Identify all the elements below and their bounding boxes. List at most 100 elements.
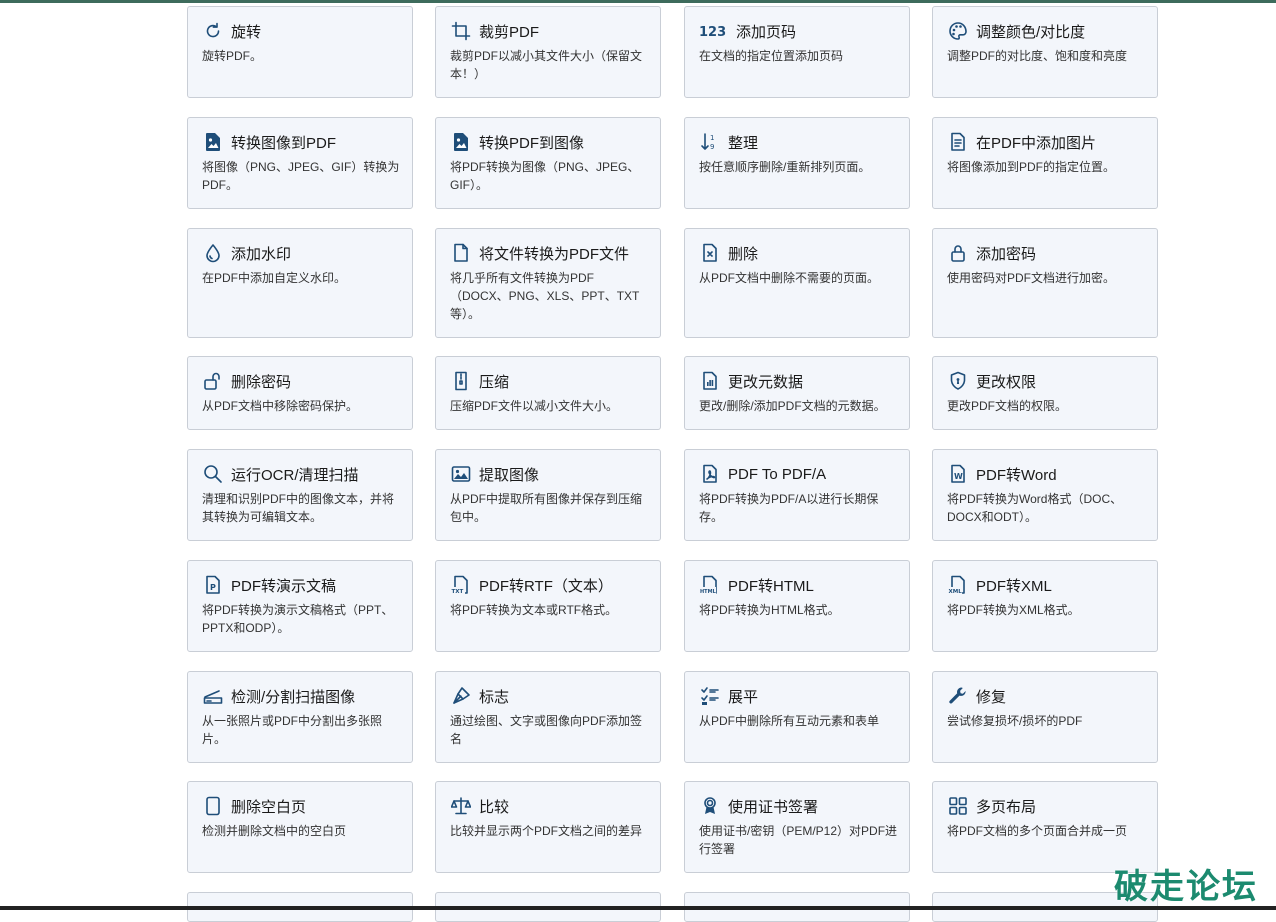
tool-title: 提取图像 bbox=[479, 466, 540, 484]
tool-description: 调整PDF的对比度、饱和度和亮度 bbox=[947, 49, 1128, 63]
blank-page-icon bbox=[202, 795, 224, 817]
tool-card[interactable]: HTML PDF转HTML 将PDF转换为HTML格式。 bbox=[684, 560, 910, 652]
tool-card[interactable]: 删除密码从PDF文档中移除密码保护。 bbox=[187, 356, 413, 430]
tool-title: 压缩 bbox=[479, 373, 510, 391]
tool-title: 添加水印 bbox=[231, 245, 292, 263]
tool-title: 转换图像到PDF bbox=[231, 134, 337, 152]
tool-card[interactable]: 使用证书签署 使用证书/密钥（PEM/P12）对PDF进行签署 bbox=[684, 781, 910, 873]
ui-checks-icon bbox=[699, 685, 721, 707]
tool-description: 从PDF文档中移除密码保护。 bbox=[202, 399, 359, 413]
grid-icon bbox=[947, 795, 969, 817]
txt-file-icon: TXT bbox=[450, 574, 472, 596]
tool-description: 裁剪PDF以减小其文件大小（保留文本！） bbox=[450, 49, 643, 81]
tool-card[interactable]: 添加密码 使用密码对PDF文档进行加密。 bbox=[932, 228, 1158, 338]
shield-icon bbox=[947, 370, 969, 392]
tool-card[interactable]: PDF To PDF/A 将PDF转换为PDF/A以进行长期保存。 bbox=[684, 449, 910, 541]
tool-card[interactable]: 1 9 整理 按任意顺序删除/重新排列页面。 bbox=[684, 117, 910, 209]
tool-description: 将PDF转换为图像（PNG、JPEG、GIF）。 bbox=[450, 160, 640, 192]
tool-card[interactable]: 压缩压缩PDF文件以减小文件大小。 bbox=[435, 356, 661, 430]
tool-card[interactable]: TXT PDF转RTF（文本） 将PDF转换为文本或RTF格式。 bbox=[435, 560, 661, 652]
tool-title: PDF转XML bbox=[976, 577, 1052, 595]
tool-card[interactable]: 更改权限更改PDF文档的权限。 bbox=[932, 356, 1158, 430]
tool-card-header: W PDF转Word bbox=[947, 462, 1057, 486]
lock-icon bbox=[947, 242, 969, 264]
search-icon bbox=[202, 463, 224, 485]
tool-title: 运行OCR/清理扫描 bbox=[231, 466, 359, 484]
tool-card[interactable]: 删除从PDF文档中删除不需要的页面。 bbox=[684, 228, 910, 338]
tool-description: 从PDF文档中删除不需要的页面。 bbox=[699, 271, 880, 285]
tool-card-header: 检测/分割扫描图像 bbox=[202, 684, 355, 708]
unlock-icon bbox=[202, 370, 224, 392]
xml-file-icon: XML bbox=[947, 574, 969, 596]
tool-card[interactable]: 修复 尝试修复损坏/损坏的PDF bbox=[932, 671, 1158, 763]
tool-card[interactable]: 删除空白页 检测并删除文档中的空白页 bbox=[187, 781, 413, 873]
tool-description: 更改PDF文档的权限。 bbox=[947, 399, 1068, 413]
tool-card-header: 标志 bbox=[450, 684, 509, 708]
tool-card[interactable]: P PDF转演示文稿将PDF转换为演示文稿格式（PPT、PPTX和ODP）。 bbox=[187, 560, 413, 652]
tool-description: 将PDF转换为演示文稿格式（PPT、PPTX和ODP）。 bbox=[202, 603, 394, 635]
tool-description: 将PDF转换为XML格式。 bbox=[947, 603, 1080, 617]
tool-card-header: 转换PDF到图像 bbox=[450, 130, 584, 154]
vector-pen-icon bbox=[450, 685, 472, 707]
tool-description: 从PDF中删除所有互动元素和表单 bbox=[699, 714, 880, 728]
tool-card[interactable]: 运行OCR/清理扫描 清理和识别PDF中的图像文本，并将其转换为可编辑文本。 bbox=[187, 449, 413, 541]
tool-title: 添加页码 bbox=[736, 23, 797, 41]
tool-card[interactable]: 在PDF中添加图片 将图像添加到PDF的指定位置。 bbox=[932, 117, 1158, 209]
award-icon bbox=[699, 795, 721, 817]
tool-card[interactable]: 更改元数据 更改/删除/添加PDF文档的元数据。 bbox=[684, 356, 910, 430]
tool-description: 将PDF文档的多个页面合并成一页 bbox=[947, 824, 1128, 838]
tool-card-header: 裁剪PDF bbox=[450, 19, 539, 43]
tool-card[interactable]: W PDF转Word 将PDF转换为Word格式（DOC、DOCX和ODT）。 bbox=[932, 449, 1158, 541]
wrench-icon bbox=[947, 685, 969, 707]
tool-title: 旋转 bbox=[231, 23, 262, 41]
tool-title: 删除 bbox=[728, 245, 759, 263]
tool-card[interactable]: 比较比较并显示两个PDF文档之间的差异 bbox=[435, 781, 661, 873]
tool-description: 比较并显示两个PDF文档之间的差异 bbox=[450, 824, 643, 838]
tool-title: 展平 bbox=[728, 688, 759, 706]
tool-title: 转换PDF到图像 bbox=[479, 134, 585, 152]
tool-title: 更改权限 bbox=[976, 373, 1037, 391]
bar-chart-icon bbox=[699, 370, 721, 392]
document-text-icon bbox=[947, 131, 969, 153]
tool-title: PDF转HTML bbox=[728, 577, 814, 595]
tool-card-header: 删除密码 bbox=[202, 369, 291, 393]
ppt-file-icon: P bbox=[202, 574, 224, 596]
icon-label: TXT bbox=[452, 589, 464, 595]
tool-card[interactable]: XML PDF转XML 将PDF转换为XML格式。 bbox=[932, 560, 1158, 652]
image-file-icon bbox=[202, 131, 224, 153]
icon-label: HTML bbox=[700, 589, 717, 595]
tool-card[interactable]: 添加水印 在PDF中添加自定义水印。 bbox=[187, 228, 413, 338]
svg-text:9: 9 bbox=[710, 143, 714, 151]
scanner-icon bbox=[202, 685, 224, 707]
tool-card[interactable]: 123 添加页码 在文档的指定位置添加页码 bbox=[684, 6, 910, 98]
tool-card-header: 压缩 bbox=[450, 369, 509, 393]
tool-description: 将PDF转换为PDF/A以进行长期保存。 bbox=[699, 492, 879, 524]
icon-label: XML bbox=[949, 589, 963, 595]
tool-card[interactable]: 检测/分割扫描图像 从一张照片或PDF中分割出多张照片。 bbox=[187, 671, 413, 763]
tool-title: 比较 bbox=[479, 798, 510, 816]
tool-card[interactable]: 提取图像 从PDF中提取所有图像并保存到压缩包中。 bbox=[435, 449, 661, 541]
tool-card-header: 在PDF中添加图片 bbox=[947, 130, 1096, 154]
tool-card[interactable]: 旋转 旋转PDF。 bbox=[187, 6, 413, 98]
tool-card[interactable]: 将文件转换为PDF文件 将几乎所有文件转换为PDF（DOCX、PNG、XLS、PP… bbox=[435, 228, 661, 338]
tool-title: 修复 bbox=[976, 688, 1007, 706]
tool-title: PDF To PDF/A bbox=[728, 465, 827, 483]
tool-title: 裁剪PDF bbox=[479, 23, 540, 41]
tool-title: PDF转演示文稿 bbox=[231, 577, 337, 595]
bottom-bar bbox=[0, 906, 1276, 910]
tool-description: 将图像（PNG、JPEG、GIF）转换为PDF。 bbox=[202, 160, 400, 192]
tool-card-header: 1 9 整理 bbox=[699, 130, 758, 154]
tool-title: PDF转RTF（文本） bbox=[479, 577, 613, 595]
tool-card[interactable]: 转换图像到PDF 将图像（PNG、JPEG、GIF）转换为PDF。 bbox=[187, 117, 413, 209]
tool-card[interactable]: 转换PDF到图像将PDF转换为图像（PNG、JPEG、GIF）。 bbox=[435, 117, 661, 209]
tool-card-header: 运行OCR/清理扫描 bbox=[202, 462, 359, 486]
tool-card[interactable]: 调整颜色/对比度 调整PDF的对比度、饱和度和亮度 bbox=[932, 6, 1158, 98]
palette-icon bbox=[947, 20, 969, 42]
tool-card[interactable]: 展平从PDF中删除所有互动元素和表单 bbox=[684, 671, 910, 763]
tool-card[interactable]: 裁剪PDF 裁剪PDF以减小其文件大小（保留文本！） bbox=[435, 6, 661, 98]
tool-description: 将几乎所有文件转换为PDF（DOCX、PNG、XLS、PPT、TXT等）。 bbox=[450, 271, 640, 321]
tool-description: 压缩PDF文件以减小文件大小。 bbox=[450, 399, 619, 413]
tool-description: 通过绘图、文字或图像向PDF添加签名 bbox=[450, 714, 643, 746]
html-file-icon: HTML bbox=[699, 574, 721, 596]
tool-card[interactable]: 标志通过绘图、文字或图像向PDF添加签名 bbox=[435, 671, 661, 763]
